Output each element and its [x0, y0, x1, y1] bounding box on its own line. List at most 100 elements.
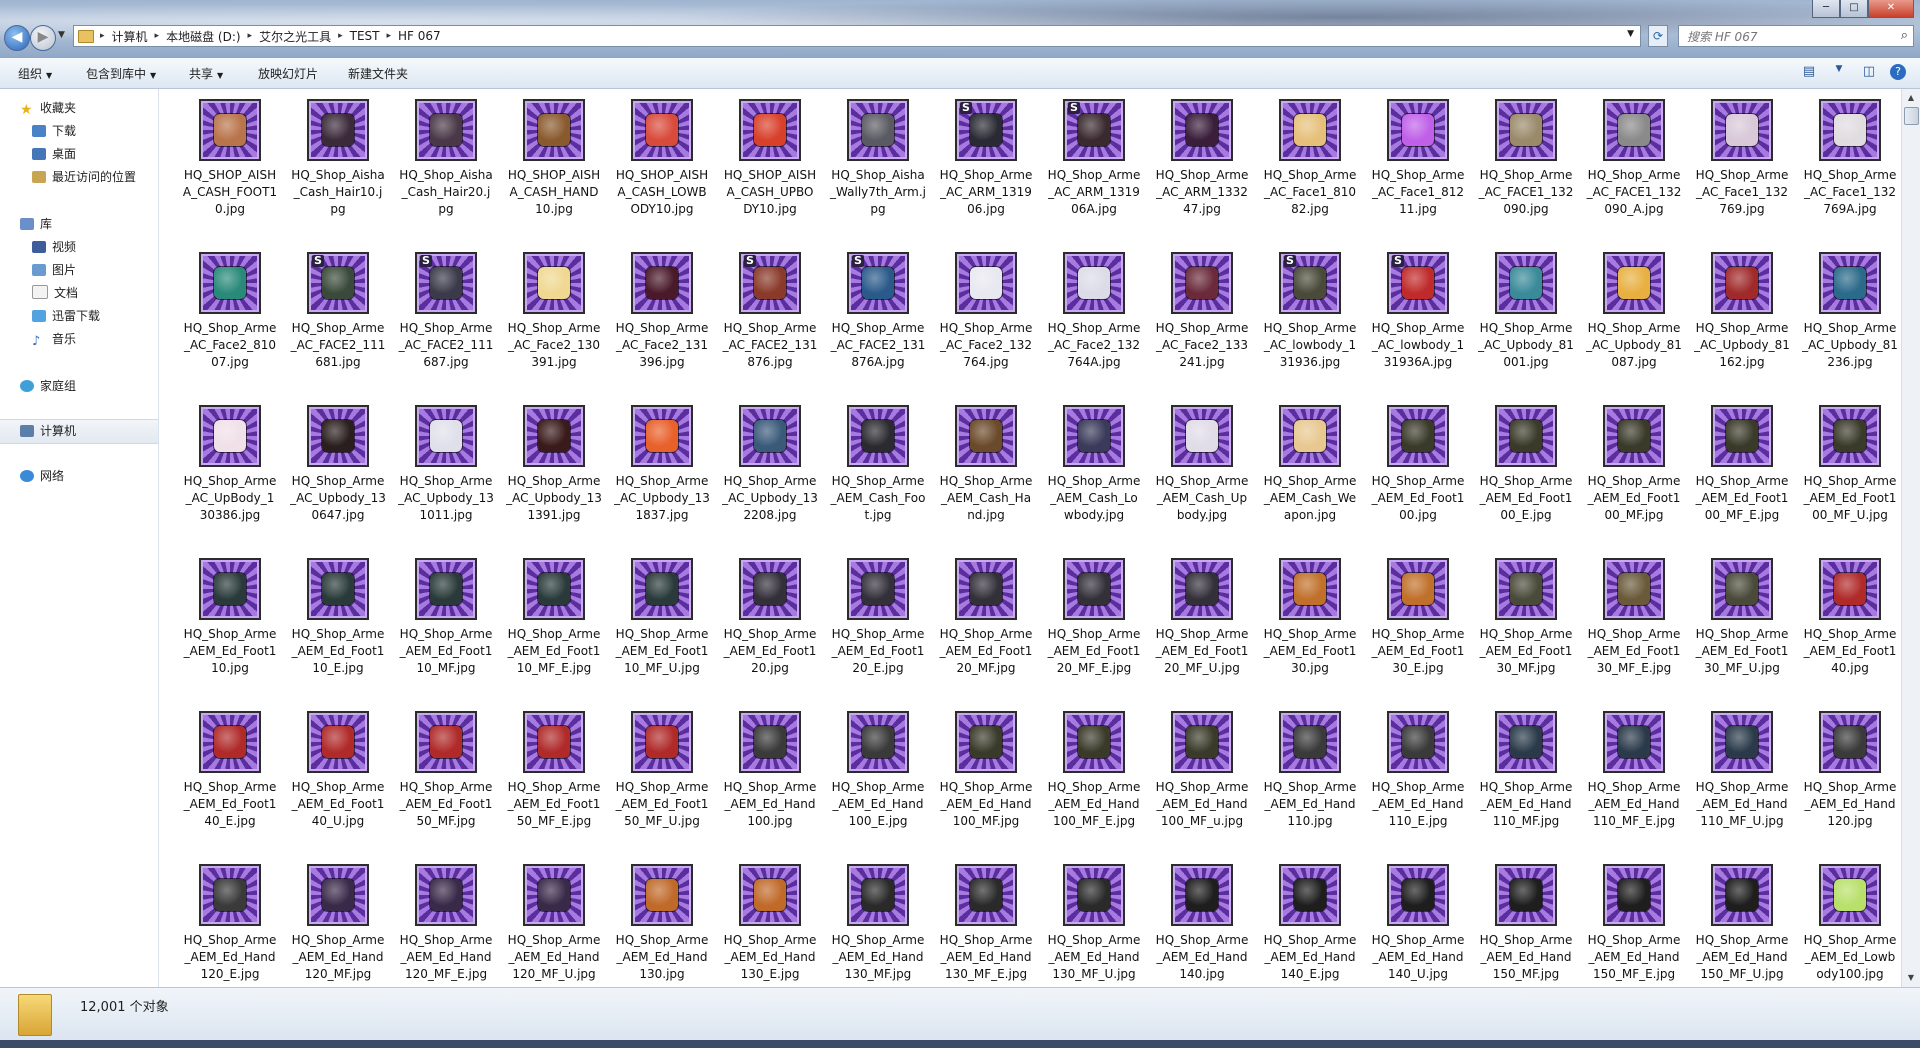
- file-item[interactable]: HQ_Shop_Arme_AC_Upbody_81162.jpg: [1692, 252, 1792, 371]
- file-item[interactable]: S HQ_Shop_Arme_AC_FACE2_131876A.jpg: [828, 252, 928, 371]
- forward-button[interactable]: ▶: [30, 25, 56, 51]
- file-item[interactable]: HQ_Shop_Arme_AEM_Cash_Lowbody.jpg: [1044, 405, 1144, 524]
- file-item[interactable]: HQ_Shop_Arme_AEM_Ed_Hand120_MF.jpg: [288, 864, 388, 983]
- file-item[interactable]: HQ_Shop_Aisha_Cash_Hair10.jpg: [288, 99, 388, 218]
- file-item[interactable]: HQ_Shop_Arme_AEM_Ed_Foot100_MF.jpg: [1584, 405, 1684, 524]
- organize-menu[interactable]: 组织 ▼: [18, 65, 52, 82]
- file-item[interactable]: HQ_Shop_Arme_AC_Face1_132769.jpg: [1692, 99, 1792, 218]
- file-item[interactable]: HQ_Shop_Arme_AEM_Ed_Foot120_E.jpg: [828, 558, 928, 677]
- slideshow-button[interactable]: 放映幻灯片: [258, 65, 318, 82]
- sidebar-item-videos[interactable]: 视频: [0, 236, 158, 259]
- file-item[interactable]: HQ_Shop_Arme_AEM_Ed_Foot100_MF_U.jpg: [1800, 405, 1900, 524]
- search-box[interactable]: ⌕: [1678, 25, 1914, 47]
- file-item[interactable]: HQ_Shop_Arme_AEM_Ed_Hand100_MF_u.jpg: [1152, 711, 1252, 830]
- file-item[interactable]: HQ_Shop_Arme_AEM_Ed_Foot110_MF_E.jpg: [504, 558, 604, 677]
- change-view-icon[interactable]: ▤: [1800, 64, 1818, 80]
- file-item[interactable]: HQ_Shop_Arme_AC_Upbody_81236.jpg: [1800, 252, 1900, 371]
- file-item[interactable]: S HQ_Shop_Arme_AC_lowbody_131936A.jpg: [1368, 252, 1468, 371]
- file-item[interactable]: HQ_Shop_Arme_AC_FACE1_132090_A.jpg: [1584, 99, 1684, 218]
- sidebar-item-downloads[interactable]: 下载: [0, 120, 158, 143]
- file-item[interactable]: HQ_Shop_Arme_AEM_Ed_Hand140_U.jpg: [1368, 864, 1468, 983]
- file-item[interactable]: HQ_SHOP_AISHA_CASH_UPBODY10.jpg: [720, 99, 820, 218]
- file-item[interactable]: HQ_Shop_Arme_AEM_Ed_Foot110_MF.jpg: [396, 558, 496, 677]
- file-item[interactable]: HQ_Shop_Arme_AEM_Ed_Hand100_MF.jpg: [936, 711, 1036, 830]
- search-input[interactable]: [1685, 27, 1889, 47]
- file-item[interactable]: HQ_Shop_Arme_AEM_Ed_Foot140.jpg: [1800, 558, 1900, 677]
- file-item[interactable]: HQ_Shop_Arme_AEM_Ed_Foot120.jpg: [720, 558, 820, 677]
- file-item[interactable]: HQ_Shop_Arme_AEM_Ed_Foot100_MF_E.jpg: [1692, 405, 1792, 524]
- file-item[interactable]: HQ_Shop_Arme_AEM_Ed_Foot100_E.jpg: [1476, 405, 1576, 524]
- file-item[interactable]: HQ_Shop_Aisha_Wally7th_Arm.jpg: [828, 99, 928, 218]
- file-item[interactable]: HQ_Shop_Arme_AEM_Ed_Hand120_MF_E.jpg: [396, 864, 496, 983]
- sidebar-item-libraries[interactable]: 库: [0, 213, 158, 236]
- sidebar-item-music[interactable]: ♪ 音乐: [0, 328, 158, 351]
- sidebar-item-homegroup[interactable]: 家庭组: [0, 375, 158, 398]
- breadcrumb-separator[interactable]: ▸: [338, 31, 343, 41]
- file-item[interactable]: HQ_Shop_Arme_AEM_Ed_Hand120.jpg: [1800, 711, 1900, 830]
- breadcrumb-drive-d[interactable]: 本地磁盘 (D:): [165, 28, 241, 45]
- file-item[interactable]: HQ_Shop_Arme_AC_Face2_132764A.jpg: [1044, 252, 1144, 371]
- file-item[interactable]: HQ_Shop_Arme_AEM_Ed_Hand120_MF_U.jpg: [504, 864, 604, 983]
- close-button[interactable]: ✕: [1868, 0, 1914, 18]
- file-item[interactable]: HQ_Shop_Arme_AEM_Ed_Hand110_MF_E.jpg: [1584, 711, 1684, 830]
- file-item[interactable]: HQ_Shop_Arme_AEM_Ed_Hand150_MF_U.jpg: [1692, 864, 1792, 983]
- file-item[interactable]: HQ_Shop_Arme_AEM_Ed_Foot150_MF.jpg: [396, 711, 496, 830]
- file-item[interactable]: HQ_Shop_Arme_AEM_Ed_Foot130_MF.jpg: [1476, 558, 1576, 677]
- file-item[interactable]: HQ_Shop_Arme_AEM_Ed_Hand100.jpg: [720, 711, 820, 830]
- file-item[interactable]: HQ_Shop_Arme_AEM_Ed_Hand130_MF_U.jpg: [1044, 864, 1144, 983]
- file-item[interactable]: S HQ_Shop_Arme_AC_ARM_131906A.jpg: [1044, 99, 1144, 218]
- search-icon[interactable]: ⌕: [1901, 28, 1908, 43]
- file-item[interactable]: HQ_Shop_Arme_AEM_Ed_Foot120_MF.jpg: [936, 558, 1036, 677]
- file-item[interactable]: HQ_Shop_Arme_AEM_Ed_Hand150_MF_E.jpg: [1584, 864, 1684, 983]
- file-item[interactable]: HQ_Shop_Arme_AEM_Ed_Hand150_MF.jpg: [1476, 864, 1576, 983]
- file-item[interactable]: HQ_Shop_Arme_AEM_Ed_Hand120_E.jpg: [180, 864, 280, 983]
- file-item[interactable]: HQ_Shop_Arme_AEM_Cash_Hand.jpg: [936, 405, 1036, 524]
- file-item[interactable]: HQ_SHOP_AISHA_CASH_FOOT10.jpg: [180, 99, 280, 218]
- file-item[interactable]: HQ_Shop_Arme_AC_Upbody_81087.jpg: [1584, 252, 1684, 371]
- file-item[interactable]: HQ_Shop_Arme_AEM_Ed_Hand110.jpg: [1260, 711, 1360, 830]
- file-item[interactable]: HQ_Shop_Arme_AC_Face2_133241.jpg: [1152, 252, 1252, 371]
- recent-pages-dropdown[interactable]: ▼: [58, 30, 65, 40]
- file-item[interactable]: HQ_Shop_Arme_AC_Face1_81082.jpg: [1260, 99, 1360, 218]
- file-item[interactable]: HQ_Shop_Arme_AEM_Ed_Foot140_U.jpg: [288, 711, 388, 830]
- sidebar-item-computer[interactable]: 计算机: [0, 419, 158, 444]
- file-item[interactable]: HQ_Shop_Arme_AEM_Ed_Foot130_E.jpg: [1368, 558, 1468, 677]
- file-item[interactable]: HQ_Shop_Arme_AEM_Ed_Hand100_E.jpg: [828, 711, 928, 830]
- file-item[interactable]: S HQ_Shop_Arme_AC_lowbody_131936.jpg: [1260, 252, 1360, 371]
- file-item[interactable]: S HQ_Shop_Arme_AC_FACE2_111687.jpg: [396, 252, 496, 371]
- sidebar-item-documents[interactable]: 文档: [0, 282, 158, 305]
- refresh-button[interactable]: ⟳: [1648, 25, 1668, 47]
- file-item[interactable]: HQ_Shop_Arme_AEM_Ed_Foot140_E.jpg: [180, 711, 280, 830]
- file-item[interactable]: HQ_Shop_Arme_AEM_Ed_Foot110.jpg: [180, 558, 280, 677]
- scroll-up-button[interactable]: ▲: [1904, 91, 1918, 105]
- breadcrumb-separator[interactable]: ▸: [100, 31, 105, 41]
- vertical-scrollbar[interactable]: ▲ ▼: [1901, 89, 1920, 987]
- file-item[interactable]: HQ_Shop_Arme_AC_Face1_81211.jpg: [1368, 99, 1468, 218]
- breadcrumb-separator[interactable]: ▸: [386, 31, 391, 41]
- file-item[interactable]: S HQ_Shop_Arme_AC_ARM_131906.jpg: [936, 99, 1036, 218]
- include-in-library-menu[interactable]: 包含到库中 ▼: [86, 65, 156, 82]
- file-item[interactable]: HQ_Shop_Arme_AC_Face2_132764.jpg: [936, 252, 1036, 371]
- file-item[interactable]: HQ_Shop_Arme_AC_Upbody_131837.jpg: [612, 405, 712, 524]
- back-button[interactable]: ◀: [4, 25, 30, 51]
- file-item[interactable]: HQ_Shop_Arme_AEM_Ed_Hand110_MF_U.jpg: [1692, 711, 1792, 830]
- breadcrumb-test[interactable]: TEST: [349, 29, 381, 43]
- file-item[interactable]: HQ_Shop_Arme_AC_Upbody_81001.jpg: [1476, 252, 1576, 371]
- sidebar-item-favorites[interactable]: ★ 收藏夹: [0, 97, 158, 120]
- file-item[interactable]: HQ_Shop_Arme_AEM_Ed_Foot120_MF_E.jpg: [1044, 558, 1144, 677]
- file-item[interactable]: HQ_Shop_Arme_AC_Face2_131396.jpg: [612, 252, 712, 371]
- file-item[interactable]: HQ_Shop_Arme_AEM_Ed_Hand100_MF_E.jpg: [1044, 711, 1144, 830]
- preview-pane-icon[interactable]: ◫: [1860, 64, 1878, 80]
- help-icon[interactable]: ?: [1890, 64, 1906, 80]
- sidebar-item-desktop[interactable]: 桌面: [0, 143, 158, 166]
- file-item[interactable]: HQ_Shop_Arme_AEM_Ed_Foot100.jpg: [1368, 405, 1468, 524]
- address-bar[interactable]: ▸ 计算机 ▸ 本地磁盘 (D:) ▸ 艾尔之光工具 ▸ TEST ▸ HF 0…: [73, 25, 1641, 47]
- file-item[interactable]: HQ_Shop_Arme_AEM_Ed_Hand110_MF.jpg: [1476, 711, 1576, 830]
- file-item[interactable]: HQ_Shop_Arme_AEM_Cash_Foot.jpg: [828, 405, 928, 524]
- new-folder-button[interactable]: 新建文件夹: [348, 65, 408, 82]
- file-item[interactable]: HQ_Shop_Arme_AEM_Ed_Foot110_E.jpg: [288, 558, 388, 677]
- file-item[interactable]: HQ_Shop_Arme_AEM_Ed_Hand130_MF.jpg: [828, 864, 928, 983]
- file-list-view[interactable]: HQ_SHOP_AISHA_CASH_FOOT10.jpg HQ_Shop_Ais…: [159, 89, 1901, 987]
- file-item[interactable]: HQ_Shop_Arme_AEM_Ed_Hand130_MF_E.jpg: [936, 864, 1036, 983]
- file-item[interactable]: HQ_Shop_Arme_AEM_Ed_Lowbody100.jpg: [1800, 864, 1900, 983]
